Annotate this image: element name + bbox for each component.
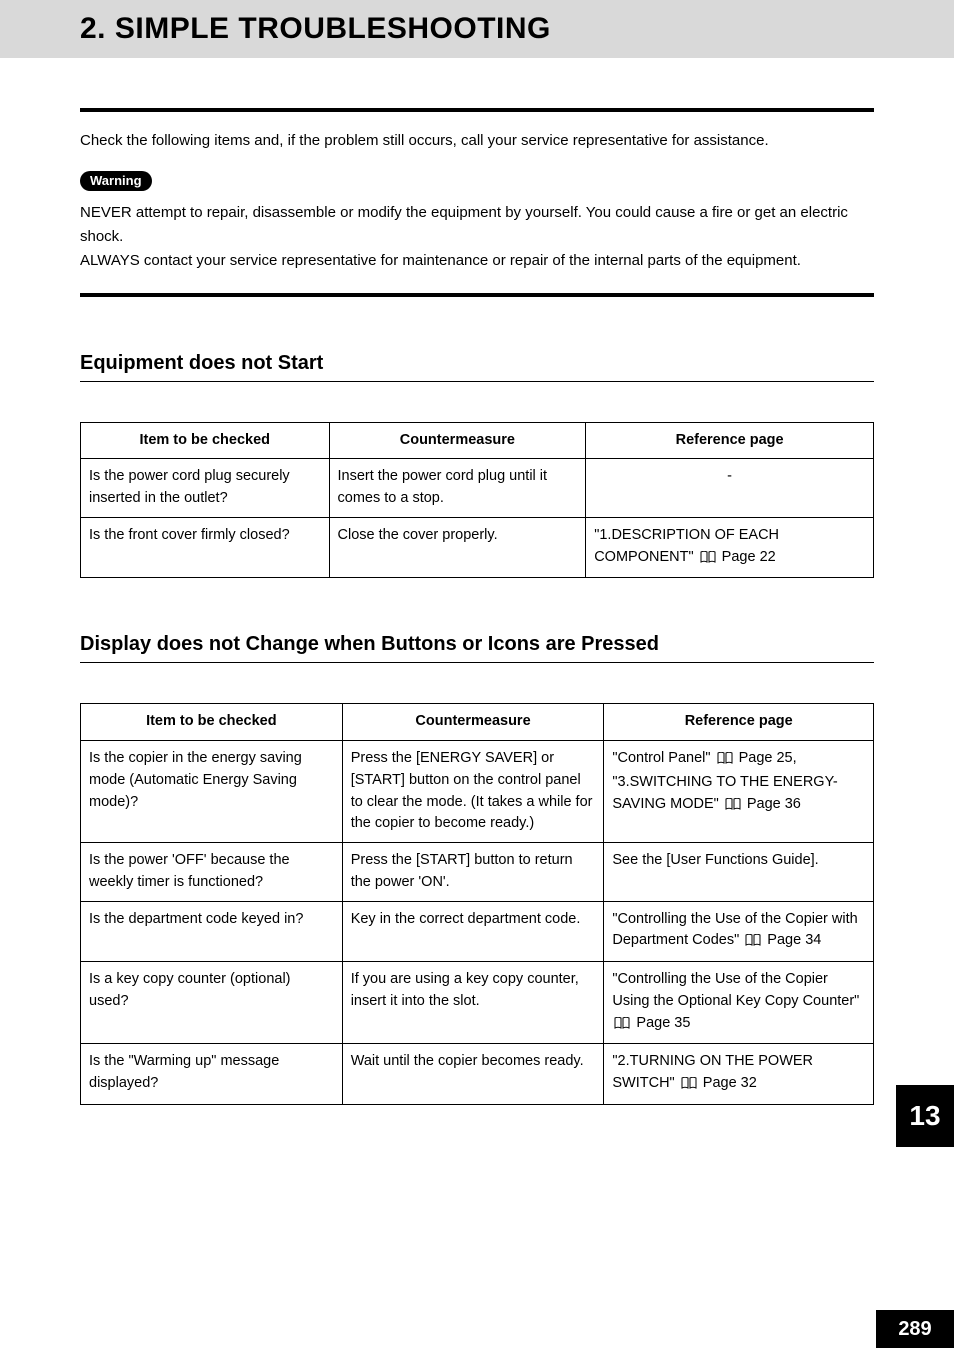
cell-reference: "Control Panel" Page 25, "3.SWITCHING TO… — [604, 741, 874, 843]
cell-item: Is the power 'OFF' because the weekly ti… — [81, 843, 343, 902]
chapter-title: 2. SIMPLE TROUBLESHOOTING — [80, 12, 874, 46]
warning-text-line: NEVER attempt to repair, disassemble or … — [80, 201, 874, 249]
cell-countermeasure: Insert the power cord plug until it come… — [329, 459, 586, 518]
col-header-item: Item to be checked — [81, 422, 330, 459]
book-icon — [725, 796, 741, 818]
warning-badge: Warning — [80, 171, 152, 191]
table-row: Is the power cord plug securely inserted… — [81, 459, 874, 518]
troubleshoot-table: Item to be checked Countermeasure Refere… — [80, 703, 874, 1105]
table-row: Is the power 'OFF' because the weekly ti… — [81, 843, 874, 902]
cell-countermeasure: If you are using a key copy counter, ins… — [342, 962, 604, 1044]
table-row: Is the department code keyed in? Key in … — [81, 901, 874, 962]
cell-countermeasure: Press the [ENERGY SAVER] or [START] butt… — [342, 741, 604, 843]
section-display-does-not-change: Display does not Change when Buttons or … — [80, 633, 874, 1105]
ref-page: Page 34 — [767, 932, 821, 948]
cell-reference: "Controlling the Use of the Copier with … — [604, 901, 874, 962]
chapter-side-tab: 13 — [896, 1085, 954, 1147]
cell-reference: "2.TURNING ON THE POWER SWITCH" Page 32 — [604, 1044, 874, 1105]
cell-item: Is a key copy counter (optional) used? — [81, 962, 343, 1044]
col-header-reference: Reference page — [586, 422, 874, 459]
cell-reference: - — [586, 459, 874, 518]
ref-page: Page 36 — [747, 796, 801, 812]
page-number: 289 — [876, 1310, 954, 1348]
ref-page: Page 25, — [739, 750, 797, 766]
ref-page: Page 22 — [722, 549, 776, 565]
ref-title: "Controlling the Use of the Copier Using… — [612, 971, 859, 1009]
col-header-reference: Reference page — [604, 704, 874, 741]
col-header-countermeasure: Countermeasure — [342, 704, 604, 741]
chapter-header-bar: 2. SIMPLE TROUBLESHOOTING — [0, 0, 954, 58]
page-content: Check the following items and, if the pr… — [0, 108, 954, 1105]
table-row: Is the copier in the energy saving mode … — [81, 741, 874, 843]
section-equipment-does-not-start: Equipment does not Start Item to be chec… — [80, 352, 874, 579]
table-row: Is a key copy counter (optional) used? I… — [81, 962, 874, 1044]
troubleshoot-table: Item to be checked Countermeasure Refere… — [80, 422, 874, 579]
cell-item: Is the front cover firmly closed? — [81, 517, 330, 578]
cell-reference: See the [User Functions Guide]. — [604, 843, 874, 902]
section-heading: Display does not Change when Buttons or … — [80, 633, 874, 663]
table-row: Is the front cover firmly closed? Close … — [81, 517, 874, 578]
page-root: 2. SIMPLE TROUBLESHOOTING Check the foll… — [0, 0, 954, 1348]
intro-block: Check the following items and, if the pr… — [80, 108, 874, 297]
cell-countermeasure: Press the [START] button to return the p… — [342, 843, 604, 902]
book-icon — [700, 549, 716, 571]
table-header-row: Item to be checked Countermeasure Refere… — [81, 422, 874, 459]
book-icon — [717, 750, 733, 772]
col-header-item: Item to be checked — [81, 704, 343, 741]
cell-item: Is the power cord plug securely inserted… — [81, 459, 330, 518]
cell-reference: "1.DESCRIPTION OF EACH COMPONENT" Page 2… — [586, 517, 874, 578]
ref-page: Page 35 — [636, 1015, 690, 1031]
ref-title: "Control Panel" — [612, 750, 710, 766]
warning-text-line: ALWAYS contact your service representati… — [80, 249, 874, 273]
ref-page: Page 32 — [703, 1075, 757, 1091]
book-icon — [681, 1075, 697, 1097]
cell-countermeasure: Wait until the copier becomes ready. — [342, 1044, 604, 1105]
intro-lead-text: Check the following items and, if the pr… — [80, 130, 874, 153]
warning-text-block: NEVER attempt to repair, disassemble or … — [80, 201, 874, 273]
cell-item: Is the copier in the energy saving mode … — [81, 741, 343, 843]
cell-item: Is the department code keyed in? — [81, 901, 343, 962]
cell-item: Is the "Warming up" message displayed? — [81, 1044, 343, 1105]
book-icon — [614, 1015, 630, 1037]
section-heading: Equipment does not Start — [80, 352, 874, 382]
table-row: Is the "Warming up" message displayed? W… — [81, 1044, 874, 1105]
book-icon — [745, 932, 761, 954]
col-header-countermeasure: Countermeasure — [329, 422, 586, 459]
cell-countermeasure: Close the cover properly. — [329, 517, 586, 578]
cell-reference: "Controlling the Use of the Copier Using… — [604, 962, 874, 1044]
table-header-row: Item to be checked Countermeasure Refere… — [81, 704, 874, 741]
cell-countermeasure: Key in the correct department code. — [342, 901, 604, 962]
